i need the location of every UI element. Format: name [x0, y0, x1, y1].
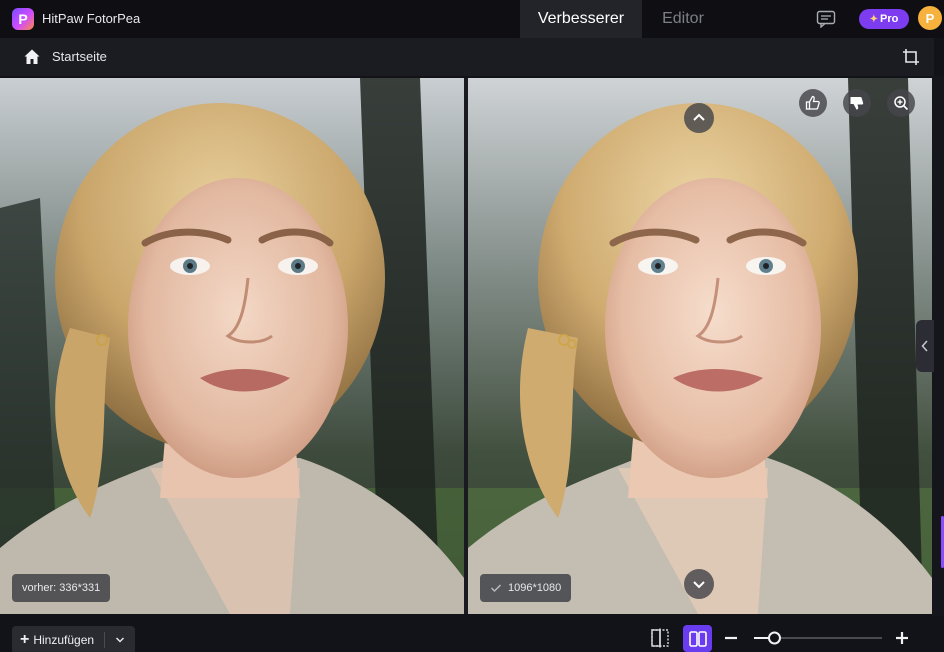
app-window: P HitPaw FotorPea Verbesserer Editor ✦ P… [0, 0, 944, 652]
plus-icon: + [20, 631, 30, 648]
app-logo-icon: P [12, 8, 34, 30]
after-size-label: 1096*1080 [480, 574, 572, 602]
before-photo [0, 78, 464, 614]
after-size-text: 1096*1080 [508, 582, 562, 594]
side-by-side-view-button[interactable] [683, 625, 712, 652]
pro-label: Pro [880, 13, 899, 25]
chevron-down-icon [115, 637, 125, 643]
add-dropdown-button[interactable] [105, 626, 135, 652]
toolbar: Startseite [0, 38, 934, 76]
before-size-label: vorher: 336*331 [12, 574, 111, 602]
zoom-in-plus-icon[interactable] [895, 629, 909, 647]
zoom-slider-handle[interactable] [767, 631, 781, 645]
side-panel-toggle[interactable] [916, 320, 934, 372]
add-button[interactable]: + Hinzufügen [12, 626, 104, 652]
split-view-icon[interactable] [650, 628, 670, 648]
add-label: Hinzufügen [33, 633, 95, 647]
feedback-icon[interactable] [816, 10, 836, 28]
zoom-in-button[interactable] [887, 89, 915, 117]
add-button-group: + Hinzufügen [12, 626, 135, 652]
chevron-down-icon [693, 581, 705, 589]
tab-editor[interactable]: Editor [642, 0, 724, 38]
side-by-side-icon [688, 630, 707, 647]
home-link[interactable]: Startseite [52, 49, 107, 64]
zoom-in-icon [894, 96, 909, 111]
crop-icon[interactable] [902, 48, 920, 66]
after-image-pane [468, 78, 932, 614]
before-size-text: vorher: 336*331 [22, 582, 101, 594]
before-image-pane [0, 78, 464, 614]
chevron-up-icon [693, 113, 705, 121]
thumbs-up-button[interactable] [799, 89, 827, 117]
user-avatar[interactable]: P [918, 6, 942, 30]
title-bar: P HitPaw FotorPea Verbesserer Editor ✦ P… [0, 0, 944, 38]
zoom-slider[interactable] [752, 631, 884, 645]
scroll-up-button[interactable] [684, 103, 714, 133]
after-photo [468, 78, 932, 614]
home-icon[interactable] [23, 48, 41, 66]
chevron-left-icon [921, 340, 928, 352]
sparkle-icon: ✦ [869, 13, 879, 25]
check-icon [490, 584, 502, 593]
thumbs-down-icon [850, 97, 864, 110]
app-title: HitPaw FotorPea [42, 11, 141, 26]
thumbs-up-icon [805, 95, 820, 110]
pro-badge[interactable]: ✦ Pro [859, 9, 909, 29]
scroll-down-button[interactable] [684, 569, 714, 599]
tab-verbesserer[interactable]: Verbesserer [520, 0, 642, 38]
thumbs-down-button[interactable] [843, 89, 871, 117]
zoom-out-icon[interactable] [724, 629, 738, 647]
